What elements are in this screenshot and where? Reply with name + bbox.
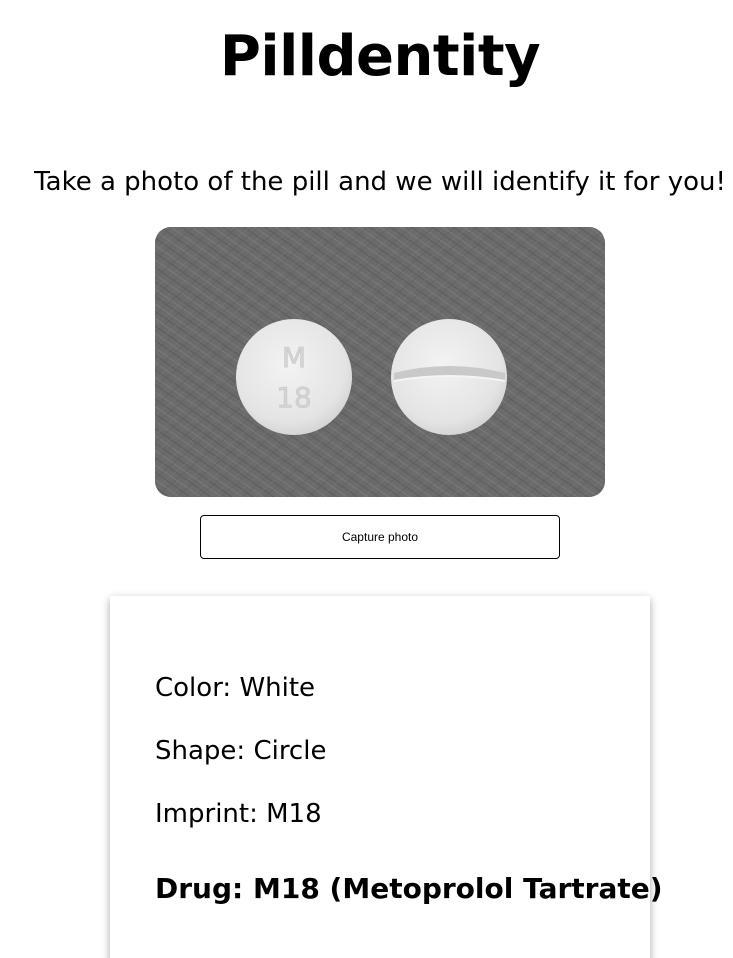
pill-photo: M 18	[155, 227, 605, 497]
result-drug: Drug: M18 (Metoprolol Tartrate)	[155, 872, 663, 905]
capture-photo-button[interactable]: Capture photo	[200, 515, 560, 559]
app-page: Pilldentity Take a photo of the pill and…	[0, 0, 733, 958]
result-imprint: Imprint: M18	[155, 799, 322, 829]
pill-front: M 18	[236, 319, 352, 435]
pill-imprint-line-1: M	[282, 341, 306, 374]
pill-photo-image: M 18	[155, 227, 605, 497]
instruction-text: Take a photo of the pill and we will ide…	[34, 167, 726, 197]
result-card: Color: White Shape: Circle Imprint: M18 …	[110, 596, 663, 958]
result-color: Color: White	[155, 673, 316, 703]
app-title: Pilldentity	[219, 24, 541, 89]
pill-back	[391, 319, 507, 435]
pill-imprint-line-2: 18	[276, 381, 312, 414]
result-shape: Shape: Circle	[155, 736, 327, 766]
